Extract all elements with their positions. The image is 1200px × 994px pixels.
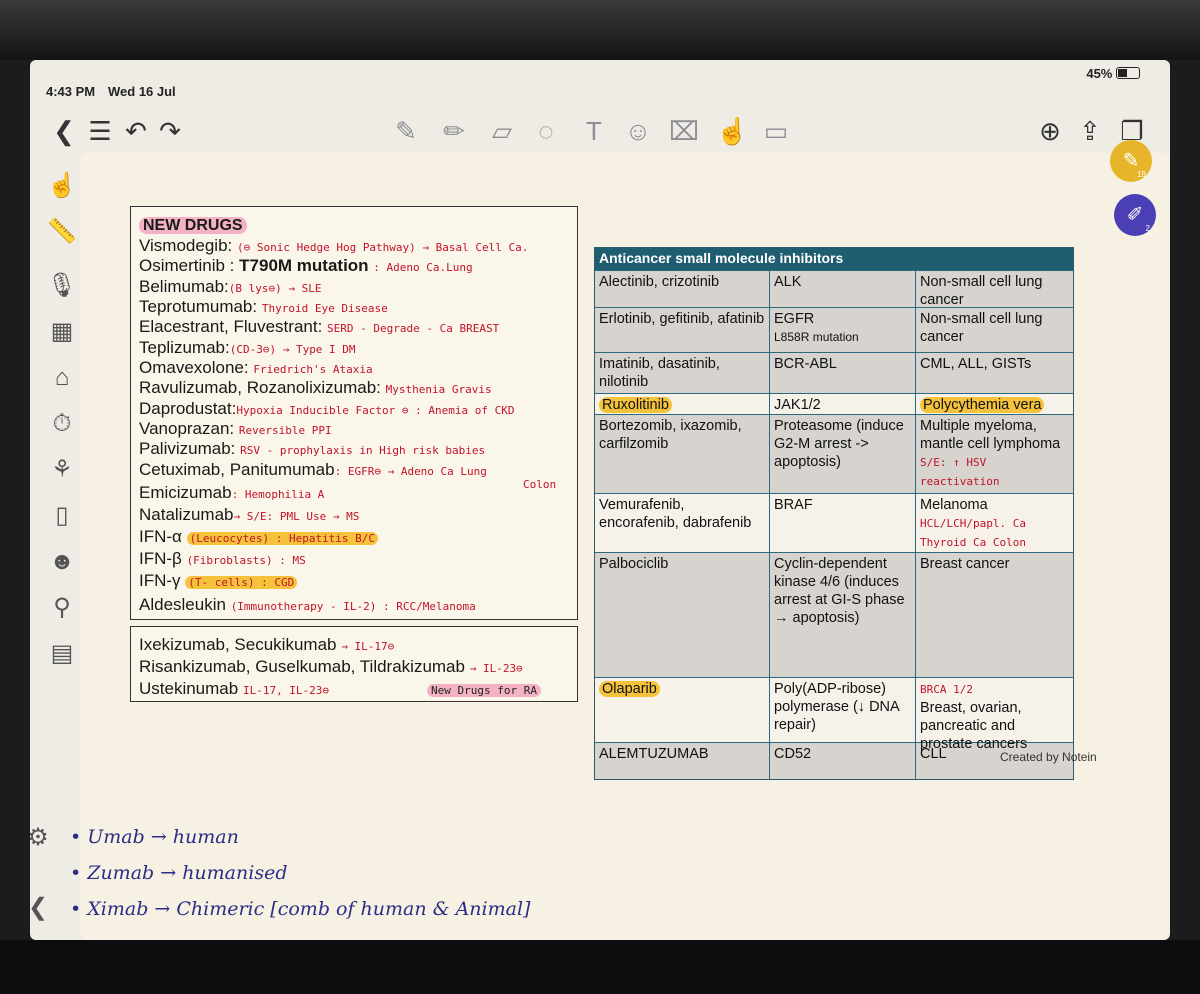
hand-icon[interactable]: ☝ [716, 108, 748, 154]
drug-line: Aldesleukin (Immunotherapy - IL-2) : RCC… [139, 595, 476, 614]
battery-indicator: 45% [1086, 66, 1140, 81]
ruler-icon[interactable]: 📏 [44, 214, 80, 250]
brush-count: 2 [1145, 224, 1150, 233]
mindmap-icon[interactable]: ⚘ [44, 452, 80, 488]
timer-icon[interactable]: ⏱ [44, 406, 80, 442]
device-bottom-bezel [0, 940, 1200, 994]
status-time: 4:43 PM [46, 84, 96, 99]
drug-line: Vanoprazan: Reversible PPI [139, 419, 332, 438]
table-row: Vemurafenib, encorafenib, dabrafenib BRAF… [595, 493, 1073, 552]
outline-icon[interactable]: ☰ [84, 108, 116, 154]
sticker-icon[interactable]: ☺ [622, 108, 654, 154]
brush-quick-button[interactable]: ✐ 2 [1114, 194, 1156, 236]
drug-line: Cetuximab, Panitumumab: EGFR⊖ → Adeno Ca… [139, 460, 487, 479]
pen-count: 19 [1137, 170, 1146, 179]
il-line: Risankizumab, Guselkumab, Tildrakizumab … [139, 657, 523, 676]
undo-icon[interactable]: ↶ [120, 108, 152, 154]
redo-icon[interactable]: ↷ [154, 108, 186, 154]
pencil-icon[interactable]: ✏ [438, 108, 470, 154]
drug-line: Teplizumab:(CD-3⊖) → Type I DM [139, 338, 356, 357]
presentation-icon[interactable]: ▤ [44, 636, 80, 672]
toolbar: ❮ ☰ ↶ ↷ ✎ ✏ ▱ ◌ T ☺ ⌧ ☝ ▭ ⊕ ⇪ ❐ [30, 108, 1170, 154]
drug-line: Natalizumab→ S/E: PML Use → MS [139, 505, 360, 524]
shape-icon[interactable]: ▭ [760, 108, 792, 154]
il-line: Ustekinumab IL-17, IL-23⊖ [139, 679, 330, 698]
document-icon[interactable]: ▯ [44, 498, 80, 534]
drug-line: Vismodegib: (⊖ Sonic Hedge Hog Pathway) … [139, 236, 529, 255]
drug-line: IFN-α (Leucocytes) : Hepatitis B/C [139, 527, 379, 547]
drug-line: Belimumab:(B lys⊖) → SLE [139, 277, 322, 296]
table-row: Ruxolitinib JAK1/2 Polycythemia vera [595, 393, 1073, 414]
il-line: Ixekizumab, Secukikumab → IL-17⊖ [139, 635, 395, 654]
table-title: Anticancer small molecule inhibitors [595, 248, 1073, 270]
interleukin-box: Ixekizumab, Secukikumab → IL-17⊖ Risanki… [130, 626, 578, 702]
pen-icon[interactable]: ✎ [390, 108, 422, 154]
drug-line: IFN-γ (T- cells) : CGD [139, 571, 298, 591]
collapse-icon[interactable]: ❮ [30, 890, 56, 926]
drug-line-extra: Colon [523, 478, 557, 491]
new-drugs-title: NEW DRUGS [139, 217, 247, 234]
calculator-icon[interactable]: ▦ [44, 314, 80, 350]
bookmark-icon[interactable]: ⌂ [44, 360, 80, 396]
new-drugs-box: NEW DRUGS Vismodegib: (⊖ Sonic Hedge Hog… [130, 206, 578, 620]
handwritten-note: • Ximab → Chimeric [comb of human & Anim… [70, 898, 531, 920]
back-icon[interactable]: ❮ [48, 108, 80, 154]
ai-robot-icon[interactable]: ☻ [44, 544, 80, 580]
drug-line: IFN-β (Fibroblasts) : MS [139, 549, 306, 568]
drug-line: Ravulizumab, Rozanolixizumab: Mysthenia … [139, 378, 492, 397]
handwritten-note: • Umab → human [70, 826, 239, 848]
text-icon[interactable]: T [578, 108, 610, 154]
drug-line: Teprotumumab: Thyroid Eye Disease [139, 297, 388, 316]
table-row: Bortezomib, ixazomib, carfilzomib Proteas… [595, 414, 1073, 493]
image-icon[interactable]: ⌧ [668, 108, 700, 154]
search-icon[interactable]: ⚲ [44, 590, 80, 626]
battery-percent: 45% [1086, 66, 1113, 81]
battery-icon [1116, 67, 1140, 79]
drug-line: Elacestrant, Fluvestrant: SERD - Degrade… [139, 317, 500, 336]
eraser-icon[interactable]: ▱ [486, 108, 518, 154]
finger-draw-icon[interactable]: ☝ [44, 168, 80, 204]
table-row: Alectinib, crizotinib ALK Non-small cell l… [595, 270, 1073, 308]
handwritten-note: • Zumab → humanised [70, 862, 288, 884]
drug-line: Omavexolone: Friedrich's Ataxia [139, 358, 373, 377]
pen-quick-button[interactable]: ✎ 19 [1110, 140, 1152, 182]
microphone-icon[interactable]: 🎙 [44, 268, 80, 304]
share-icon[interactable]: ⇪ [1074, 108, 1106, 154]
kinase-inhibitor-table: Anticancer small molecule inhibitors Ale… [594, 247, 1074, 780]
ra-tag: New Drugs for RA [427, 684, 541, 697]
drug-line: Osimertinib : T790M mutation : Adeno Ca.… [139, 256, 473, 275]
status-bar: 4:43 PM Wed 16 Jul 45% [30, 60, 1170, 99]
table-row: Palbociclib Cyclin-dependent kinase 4/6 (… [595, 552, 1073, 677]
lasso-icon[interactable]: ◌ [530, 108, 562, 154]
drug-line: Palivizumab: RSV - prophylaxis in High r… [139, 439, 486, 458]
drug-line: Emicizumab: Hemophilia A [139, 483, 325, 502]
status-date: Wed 16 Jul [108, 84, 176, 99]
settings-icon[interactable]: ⚙ [30, 820, 56, 856]
drug-line: Daprodustat:Hypoxia Inducible Factor ⊖ :… [139, 399, 515, 418]
add-page-icon[interactable]: ⊕ [1034, 108, 1066, 154]
notein-credit: Created by Notein [1000, 750, 1097, 764]
table-row: Erlotinib, gefitinib, afatinib EGFR L858R… [595, 307, 1073, 352]
table-row: Olaparib Poly(ADP-ribose) polymerase (↓ D… [595, 677, 1073, 752]
table-row: Imatinib, dasatinib, nilotinib BCR-ABL CML… [595, 352, 1073, 393]
device-bezel [0, 0, 1200, 60]
